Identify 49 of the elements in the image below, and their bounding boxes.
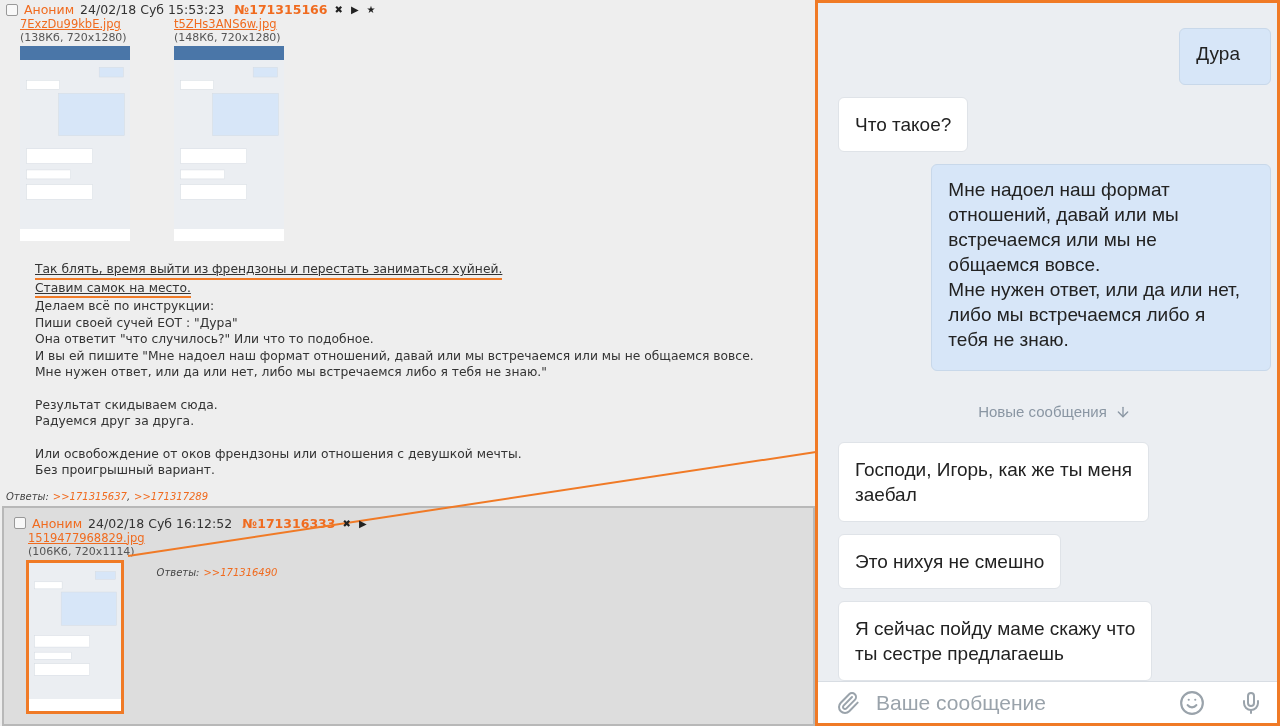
separator: , [126, 490, 131, 502]
post-text-line: Мне нужен ответ, или да или нет, либо мы встречаемся либо я тебя не знаю." [35, 364, 547, 381]
file-link[interactable]: t5ZHs3ANS6w.jpg [174, 17, 284, 31]
post-text-line: Или освобождение от оков френдзоны или отношения с девушкой мечты. [35, 445, 522, 462]
message-bubble: Я сейчас пойду маме скажу что ты сестре предлагаешь [838, 601, 1153, 681]
post-action[interactable]: ✖ [333, 4, 344, 15]
file-info: (138Кб, 720x1280) [20, 31, 128, 44]
message-input[interactable]: Ваше сообщение [874, 689, 1165, 716]
post-text-line: И вы ей пишите "Мне надоел наш формат отношений, давай или мы встречаемся или мы не общаемся вовсе. [35, 347, 754, 364]
poster-name: Аноним [32, 515, 83, 531]
post-action[interactable]: ★ [365, 4, 377, 15]
file-info: (148Кб, 720x1280) [174, 31, 282, 44]
smile-icon[interactable] [1179, 689, 1205, 716]
message-bubble: Что такое? [838, 97, 969, 152]
post-checkbox[interactable] [6, 3, 18, 16]
post-action[interactable]: ▶ [357, 517, 368, 529]
chat-screenshot-thumbnail[interactable] [20, 46, 130, 241]
replies-label: Ответы: [156, 566, 200, 578]
post-text-line: Радуемся друг за друга. [35, 413, 195, 430]
post-text-line: Делаем всё по инструкции: [35, 298, 215, 315]
file-link[interactable]: 1519477968829.jpg [28, 530, 145, 545]
post-text-line: Она ответит "что случилось?" Или что то подобное. [35, 331, 374, 348]
message-bubble: Мне надоел наш формат отношений, давай или мы встречаемся или мы не общаемся вовсе. Мне нужен ответ, или да или нет, либо мы встречаемся либо я тебя не знаю. [931, 164, 1271, 371]
post-action[interactable]: ▶ [349, 4, 360, 15]
chat-screenshot-thumbnail[interactable] [26, 559, 124, 714]
post-text-line: Результат скидываем сюда. [35, 396, 218, 413]
post-date: 24/02/18 Суб 16:12:52 [88, 515, 233, 531]
reply-link[interactable]: >>171315637 [52, 490, 127, 502]
file-info: (106Кб, 720x1114) [28, 544, 135, 558]
message-bubble: Господи, Игорь, как же ты меня заебал [838, 442, 1150, 522]
post-number[interactable]: №171316333 [242, 515, 336, 531]
replies-label: Ответы: [6, 490, 49, 502]
post-text-line: Пиши своей сучей ЕОТ : "Дура" [35, 314, 238, 331]
message-input-bar[interactable]: Ваше сообщение [818, 681, 1277, 723]
chat-screenshot-thumbnail[interactable] [174, 46, 284, 241]
post-text-line: Без проигрышный вариант. [35, 462, 215, 479]
file-link[interactable]: 7ExzDu99kbE.jpg [20, 17, 130, 31]
post-text-line: Так блять, время выйти из френдзоны и перестать заниматься хуйней. [35, 261, 503, 280]
poster-name: Аноним [24, 2, 75, 17]
post-checkbox[interactable] [14, 517, 26, 529]
reply-link[interactable]: >>171316490 [203, 566, 278, 578]
new-messages-divider: Новые сообщения [978, 403, 1107, 420]
post-text-line: Ставим самок на место. [35, 279, 191, 298]
paperclip-icon[interactable] [836, 690, 860, 715]
message-bubble: Дура [1179, 28, 1271, 85]
post-number[interactable]: №171315166 [234, 2, 328, 17]
reply-link[interactable]: >>171317289 [134, 490, 209, 502]
message-bubble: Это нихуя не смешно [838, 534, 1062, 589]
post-date: 24/02/18 Суб 15:53:23 [80, 2, 225, 17]
